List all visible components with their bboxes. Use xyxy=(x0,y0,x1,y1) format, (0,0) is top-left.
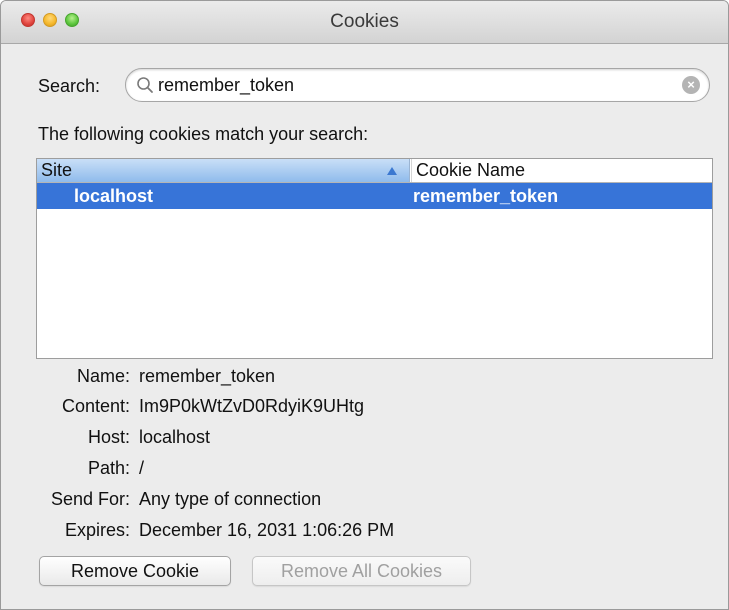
cell-site: localhost xyxy=(74,186,154,206)
title-bar[interactable]: Cookies xyxy=(1,1,728,44)
magnifier-icon xyxy=(137,77,153,93)
table-row[interactable]: localhost remember_token xyxy=(37,183,712,209)
detail-value: December 16, 2031 1:06:26 PM xyxy=(139,520,395,540)
table-header: Site Cookie Name xyxy=(37,159,712,183)
column-header-cookie-name-label: Cookie Name xyxy=(416,160,526,180)
detail-value: Im9P0kWtZvD0RdyiK9UHtg xyxy=(139,396,365,416)
clear-search-icon[interactable]: × xyxy=(682,76,700,94)
remove-cookie-button[interactable]: Remove Cookie xyxy=(39,556,231,586)
detail-value: Any type of connection xyxy=(139,489,322,509)
cell-cookie-name: remember_token xyxy=(413,186,559,206)
sort-ascending-icon xyxy=(387,167,397,175)
column-header-site-label: Site xyxy=(41,160,73,180)
detail-label: Name: xyxy=(76,366,130,386)
search-field[interactable]: × xyxy=(125,68,710,102)
detail-label: Host: xyxy=(87,427,130,447)
detail-value: remember_token xyxy=(139,366,276,386)
search-input[interactable] xyxy=(158,74,658,96)
detail-label: Expires: xyxy=(64,520,130,540)
search-label: Search: xyxy=(38,76,101,96)
detail-row-path: Path: / xyxy=(1,458,728,482)
detail-row-expires: Expires: December 16, 2031 1:06:26 PM xyxy=(1,520,728,544)
detail-value: / xyxy=(139,458,145,478)
column-header-cookie-name[interactable]: Cookie Name xyxy=(411,159,525,182)
column-header-site[interactable]: Site xyxy=(37,159,410,182)
detail-row-host: Host: localhost xyxy=(1,427,728,451)
detail-value: localhost xyxy=(139,427,211,447)
detail-row-send-for: Send For: Any type of connection xyxy=(1,489,728,513)
cookies-window: Cookies Search: × The following cookies … xyxy=(0,0,729,610)
detail-label: Send For: xyxy=(50,489,130,509)
remove-all-cookies-button[interactable]: Remove All Cookies xyxy=(252,556,471,586)
detail-row-content: Content: Im9P0kWtZvD0RdyiK9UHtg xyxy=(1,396,728,420)
results-heading: The following cookies match your search: xyxy=(38,124,369,144)
window-title: Cookies xyxy=(330,11,399,32)
detail-label: Content: xyxy=(61,396,130,416)
detail-label: Path: xyxy=(87,458,130,478)
cookies-table[interactable]: Site Cookie Name localhost remember_toke… xyxy=(36,158,713,359)
detail-row-name: Name: remember_token xyxy=(1,366,728,390)
